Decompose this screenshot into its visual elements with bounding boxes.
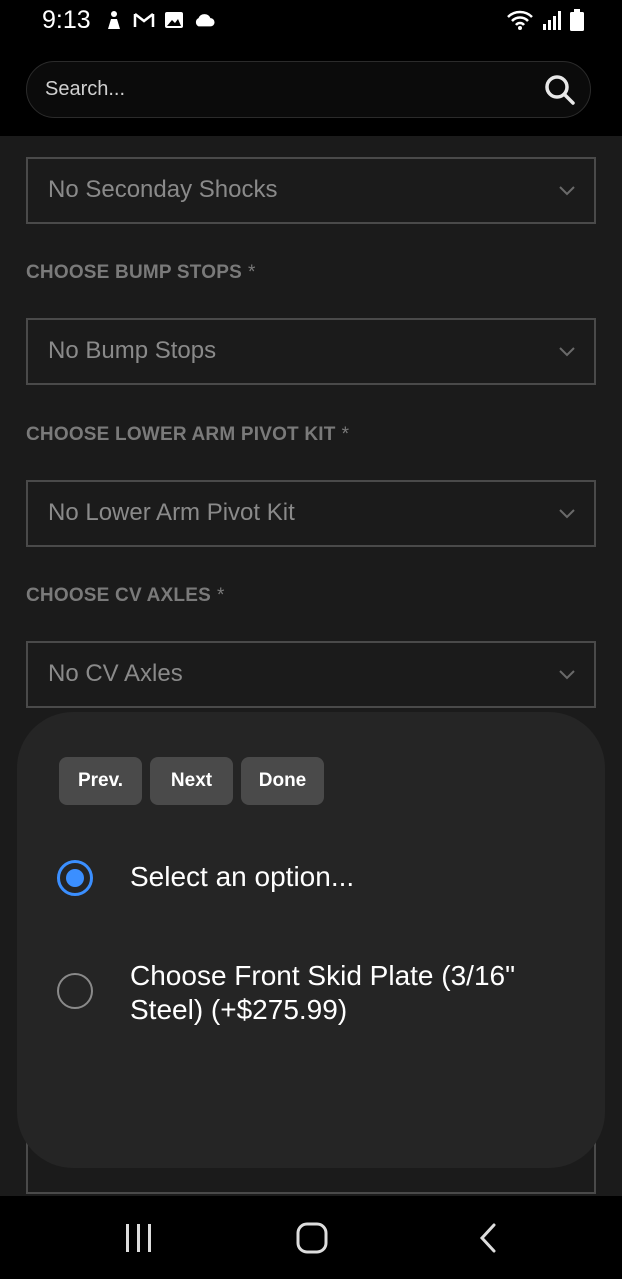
system-icons — [506, 9, 584, 36]
chevron-down-icon — [558, 506, 576, 520]
chevron-down-icon — [558, 183, 576, 197]
navigation-bar — [0, 1196, 622, 1279]
bump-stops-label: CHOOSE BUMP STOPS * — [26, 262, 256, 283]
status-bar: 9:13 — [0, 0, 622, 44]
home-icon[interactable] — [290, 1216, 334, 1260]
search-header — [0, 44, 622, 136]
next-button[interactable]: Next — [150, 757, 233, 805]
gmail-icon — [133, 9, 155, 31]
radio-selected[interactable] — [57, 860, 93, 896]
select-value: No CV Axles — [48, 660, 183, 687]
select-value: No Bump Stops — [48, 337, 217, 364]
status-time: 9:13 — [42, 6, 91, 34]
cv-axles-select[interactable]: No CV Axles — [26, 641, 596, 708]
option-picker-sheet: Prev. Next Done Select an option... Choo… — [17, 712, 605, 1168]
cloud-icon — [193, 9, 215, 31]
search-input[interactable] — [45, 62, 525, 117]
person-notification-icon — [103, 9, 125, 31]
select-value: No Seconday Shocks — [48, 176, 278, 203]
select-value: No Lower Arm Pivot Kit — [48, 499, 295, 526]
picker-toolbar: Prev. Next Done — [59, 757, 324, 805]
done-button[interactable]: Done — [241, 757, 324, 805]
lower-arm-pivot-kit-select[interactable]: No Lower Arm Pivot Kit — [26, 480, 596, 547]
search-icon[interactable] — [544, 74, 576, 106]
search-bar — [26, 61, 591, 118]
notification-icons — [103, 9, 215, 31]
signal-icon — [542, 10, 562, 35]
battery-icon — [570, 9, 584, 36]
image-icon — [163, 9, 185, 31]
cv-axles-label: CHOOSE CV AXLES * — [26, 585, 225, 606]
option-label: Select an option... — [130, 861, 355, 892]
back-icon[interactable] — [466, 1216, 510, 1260]
chevron-down-icon — [558, 344, 576, 358]
secondary-shocks-select[interactable]: No Seconday Shocks — [26, 157, 596, 224]
option-label: Choose Front Skid Plate (3/16" Steel) (+… — [130, 960, 516, 1025]
chevron-down-icon — [558, 667, 576, 681]
wifi-icon — [506, 9, 534, 36]
lower-arm-pivot-kit-label: CHOOSE LOWER ARM PIVOT KIT * — [26, 424, 350, 445]
radio-unselected[interactable] — [57, 973, 93, 1009]
recent-apps-icon[interactable] — [117, 1216, 161, 1260]
bump-stops-select[interactable]: No Bump Stops — [26, 318, 596, 385]
prev-button[interactable]: Prev. — [59, 757, 142, 805]
